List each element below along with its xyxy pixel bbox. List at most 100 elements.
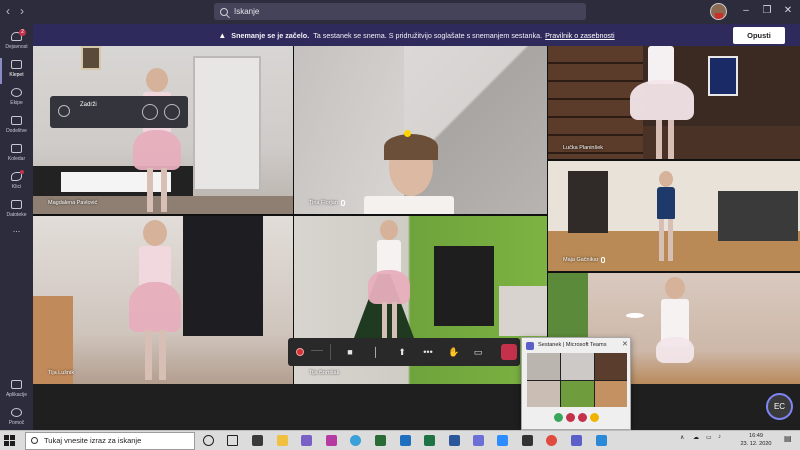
wall-picture <box>81 46 101 70</box>
group-icon <box>58 105 70 117</box>
notifications-icon[interactable]: ▤ <box>784 434 792 443</box>
more-actions-icon[interactable]: ••• <box>421 345 435 359</box>
search-input[interactable]: Iskanje <box>214 3 586 20</box>
preview-mic-button[interactable] <box>566 413 575 422</box>
outlook-icon[interactable] <box>400 435 411 446</box>
window <box>708 56 738 96</box>
preview-camera-button[interactable] <box>554 413 563 422</box>
file-explorer-icon[interactable] <box>277 435 288 446</box>
self-avatar[interactable]: EC <box>766 393 793 420</box>
rail-label: Dejavnost <box>5 44 28 50</box>
recording-banner: ▲ Snemanje se je začelo. Ta sestanek se … <box>33 24 800 46</box>
teams-alt-icon[interactable] <box>301 435 312 446</box>
mic-icon <box>601 257 606 263</box>
rail-label: Ekipe <box>10 100 23 106</box>
left-rail: 2 Dejavnost Klepet Ekipe Dodelitve Koled… <box>0 24 33 430</box>
tray-chevron-icon[interactable]: ∧ <box>680 434 684 441</box>
rail-label: Koledar <box>7 156 26 162</box>
video-tile[interactable]: Lučka Planinšek <box>548 46 800 159</box>
window-dark <box>183 216 263 336</box>
forward-arrow-icon[interactable]: › <box>20 4 24 18</box>
sloped-ceiling <box>294 46 404 214</box>
rail-label: Pomoč <box>8 420 25 426</box>
activity-badge: 2 <box>19 29 26 36</box>
windows-taskbar: Tukaj vnesite izraz za iskanje ∧ ☁ ▭ ♪ 1… <box>0 430 800 450</box>
task-view-icon[interactable] <box>227 435 238 446</box>
chat-icon <box>11 60 22 69</box>
rail-label: Klici <box>11 184 22 190</box>
banner-message: Ta sestanek se snema. S pridružitvijo so… <box>313 30 543 40</box>
camera-app-icon[interactable] <box>522 435 533 446</box>
more-icon: ... <box>12 224 21 234</box>
store-icon[interactable] <box>252 435 263 446</box>
rail-item-more[interactable]: ... <box>0 224 33 258</box>
teams-logo-icon <box>526 342 534 350</box>
help-icon <box>11 408 22 417</box>
held-call-panel: Zadrži <box>50 96 188 128</box>
clock-date: 23. 12. 2020 <box>740 441 772 447</box>
close-icon[interactable]: ✕ <box>778 3 798 19</box>
network-icon[interactable]: ☁ <box>693 434 699 441</box>
windows-start-icon[interactable] <box>4 435 15 446</box>
taskbar-preview-window[interactable]: Sestanek | Microsoft Teams ✕ <box>521 337 631 430</box>
preview-hand-button[interactable] <box>590 413 599 422</box>
participants-icon[interactable] <box>501 344 517 360</box>
rail-label: Datoteke <box>6 212 27 218</box>
video-tile[interactable]: Tina Florjan <box>294 46 547 214</box>
chat-icon[interactable]: ▭ <box>471 345 485 359</box>
floor <box>643 126 800 159</box>
dismiss-button[interactable]: Opusti <box>733 27 785 44</box>
preview-close-icon[interactable]: ✕ <box>622 340 628 348</box>
excel-icon[interactable] <box>424 435 435 446</box>
call-timer: —— <box>311 348 323 354</box>
rail-item-files[interactable]: Datoteke <box>0 194 33 228</box>
participant-name: Maja Gačnikar <box>563 257 606 263</box>
sofa <box>718 191 798 241</box>
chrome-icon[interactable] <box>546 435 557 446</box>
participant-name: Magdalena Pavlović <box>48 200 98 206</box>
resume-play-icon[interactable] <box>142 104 158 120</box>
preview-thumbnail <box>527 353 627 407</box>
share-screen-icon[interactable]: ⬆ <box>395 345 409 359</box>
teams-icon <box>11 88 22 97</box>
speaker <box>434 246 494 326</box>
participant-name: Lučka Planinšek <box>563 145 604 151</box>
rail-label: Klepet <box>9 72 24 78</box>
profile-avatar[interactable] <box>710 3 727 20</box>
maximize-icon[interactable]: ❒ <box>757 3 777 19</box>
ceiling-light <box>626 313 644 318</box>
calls-dot <box>20 170 24 174</box>
microphone-icon[interactable]: │ <box>369 345 383 359</box>
onenote-icon[interactable] <box>326 435 337 446</box>
camera-icon[interactable]: ■ <box>343 345 357 359</box>
separator <box>330 344 331 360</box>
taskbar-clock[interactable]: 16:49 23. 12. 2020 <box>736 432 776 448</box>
video-tile[interactable]: Maja Gačnikar <box>548 161 800 271</box>
raise-hand-icon[interactable]: ✋ <box>447 345 461 359</box>
preview-title: Sestanek | Microsoft Teams <box>538 342 607 348</box>
download-icon[interactable] <box>596 435 607 446</box>
back-arrow-icon[interactable]: ‹ <box>6 4 10 18</box>
cortana-icon[interactable] <box>203 435 214 446</box>
bookshelf <box>548 46 643 159</box>
warning-icon: ▲ <box>218 30 227 40</box>
word-icon[interactable] <box>449 435 460 446</box>
apps-icon <box>11 380 22 389</box>
volume-icon[interactable]: ♪ <box>718 434 721 440</box>
assignments-icon <box>11 116 22 125</box>
participant-name: Tija Borošak <box>309 370 340 376</box>
teams-icon[interactable] <box>571 435 582 446</box>
preview-hangup-button[interactable] <box>578 413 587 422</box>
nav-arrows: ‹ › <box>6 4 24 18</box>
mail-icon[interactable] <box>473 435 484 446</box>
edge-icon[interactable] <box>350 435 361 446</box>
video-tile[interactable]: Magdalena Pavlović <box>33 46 293 214</box>
zoom-icon[interactable] <box>497 435 508 446</box>
hangup-icon[interactable] <box>164 104 180 120</box>
app-icon[interactable] <box>375 435 386 446</box>
video-tile[interactable]: Tija Lušnik <box>33 216 293 384</box>
privacy-link[interactable]: Pravilnik o zasebnosti <box>545 31 615 40</box>
minimize-icon[interactable]: – <box>736 3 756 19</box>
battery-icon[interactable]: ▭ <box>706 434 712 441</box>
taskbar-search-input[interactable]: Tukaj vnesite izraz za iskanje <box>25 432 195 450</box>
